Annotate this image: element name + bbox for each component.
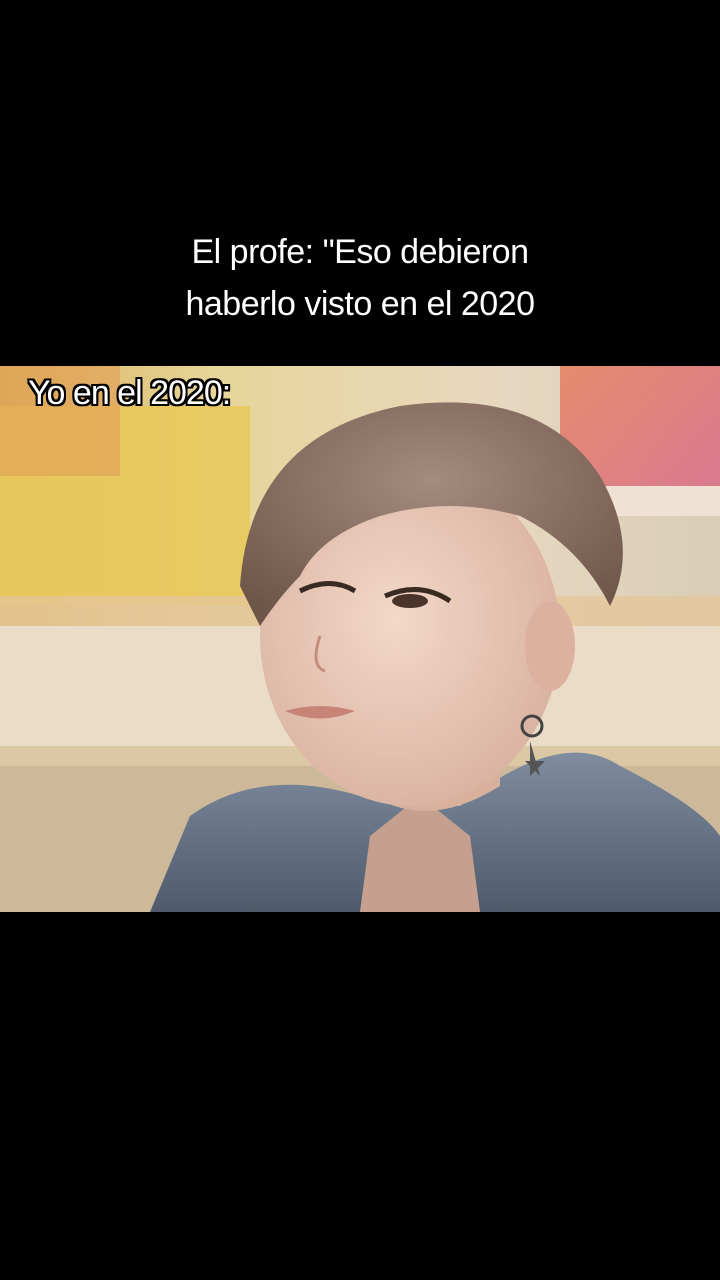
caption-line-1: El profe: "Eso debieron [191, 233, 530, 271]
video-frame[interactable] [0, 366, 720, 912]
caption-line-2: haberlo visto en el 2020 [185, 285, 535, 323]
portrait-photo-icon [0, 366, 720, 912]
video-screen[interactable]: El profe: "Eso debieron haberlo visto en… [0, 0, 720, 1280]
overlay-caption: Yo en el 2020: [28, 374, 231, 412]
caption-text: El profe: "Eso debieron haberlo visto en… [60, 226, 660, 330]
